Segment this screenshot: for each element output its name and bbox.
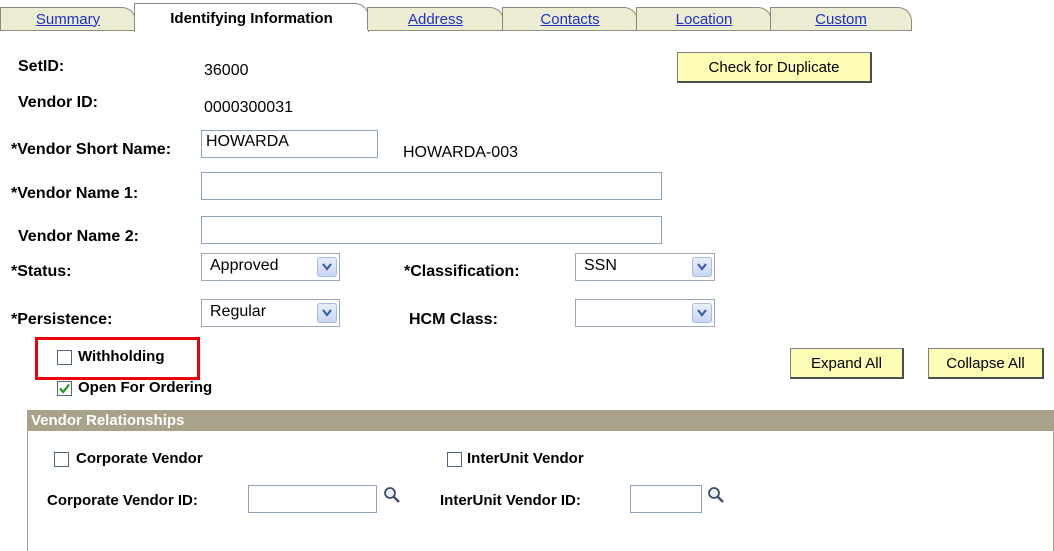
open-for-ordering-label: Open For Ordering [78,379,213,396]
setid-label: SetID: [18,58,65,75]
chevron-down-icon[interactable] [692,303,712,323]
interunit-vendor-label: InterUnit Vendor [467,450,584,467]
persistence-select[interactable]: Regular [201,299,340,327]
vendor-short-name-input[interactable]: HOWARDA [201,130,378,158]
tab-custom[interactable]: Custom [770,7,912,30]
check-for-duplicate-button[interactable]: Check for Duplicate [677,52,872,83]
interunit-vendor-checkbox[interactable] [447,452,462,467]
search-icon[interactable] [707,486,725,509]
tab-strip: Summary Identifying Information Address … [0,0,1054,32]
setid-value: 36000 [204,62,249,79]
check-icon [59,383,70,394]
tab-summary[interactable]: Summary [0,7,136,30]
tab-identifying-information[interactable]: Identifying Information [134,3,369,32]
hcm-class-select[interactable] [575,299,715,327]
vendor-id-label: Vendor ID: [18,94,99,111]
vendor-short-name-label: *Vendor Short Name: [11,141,172,158]
vendor-name-2-label: Vendor Name 2: [18,228,139,245]
vendor-name-1-label: *Vendor Name 1: [11,185,139,202]
collapse-all-button[interactable]: Collapse All [928,348,1044,379]
status-select[interactable]: Approved [201,253,340,281]
corporate-vendor-id-input[interactable] [248,485,377,513]
vendor-relationships-panel [27,431,1054,551]
vendor-relationships-header: Vendor Relationships [27,410,1054,431]
vendor-id-value: 0000300031 [204,99,293,116]
status-label: *Status: [11,263,72,280]
withholding-label: Withholding [78,348,165,365]
classification-select[interactable]: SSN [575,253,715,281]
vendor-name-2-input[interactable] [201,216,662,244]
chevron-down-icon[interactable] [317,303,337,323]
classification-label: *Classification: [404,263,520,280]
expand-all-button[interactable]: Expand All [790,348,904,379]
open-for-ordering-checkbox[interactable] [57,381,72,396]
interunit-vendor-id-input[interactable] [630,485,702,513]
chevron-down-icon[interactable] [692,257,712,277]
tab-address[interactable]: Address [367,7,504,30]
vendor-name-1-input[interactable] [201,172,662,200]
tab-location[interactable]: Location [636,7,772,30]
interunit-vendor-id-label: InterUnit Vendor ID: [440,492,581,509]
corporate-vendor-label: Corporate Vendor [76,450,203,467]
hcm-class-label: HCM Class: [409,311,498,328]
status-select-value: Approved [210,257,279,274]
search-icon[interactable] [383,486,401,509]
tab-contacts[interactable]: Contacts [502,7,638,30]
chevron-down-icon[interactable] [317,257,337,277]
corporate-vendor-checkbox[interactable] [54,452,69,467]
persistence-select-value: Regular [210,303,267,320]
withholding-checkbox[interactable] [57,350,72,365]
corporate-vendor-id-label: Corporate Vendor ID: [47,492,198,509]
classification-select-value: SSN [584,257,617,274]
vendor-short-name-suffix: HOWARDA-003 [403,144,518,161]
persistence-label: *Persistence: [11,311,113,328]
